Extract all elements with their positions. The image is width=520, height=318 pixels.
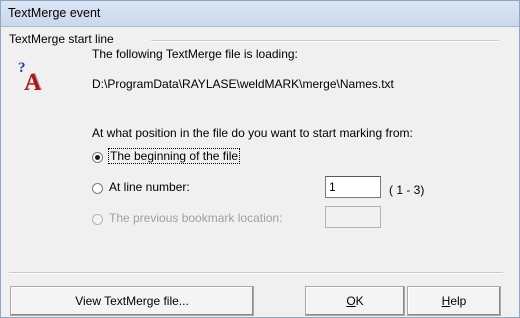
ok-mnemonic: O — [346, 294, 356, 308]
separator — [9, 272, 503, 274]
radio-line-number[interactable] — [92, 183, 103, 194]
radio-beginning[interactable] — [92, 152, 103, 163]
radio-beginning-label[interactable]: The beginning of the file — [107, 148, 241, 164]
help-button-label: Help — [442, 294, 467, 308]
radio-bookmark-label[interactable]: The previous bookmark location: — [109, 211, 282, 225]
ok-button-label: OK — [346, 294, 363, 308]
title-bar: TextMerge event — [1, 1, 519, 27]
group-line — [151, 40, 499, 42]
help-rest: elp — [450, 294, 467, 308]
dialog-window: TextMerge event TextMerge start line ? A… — [0, 0, 520, 318]
line-range-text: ( 1 - 3) — [389, 183, 425, 197]
position-question: At what position in the file do you want… — [92, 126, 413, 140]
window-title: TextMerge event — [8, 6, 101, 20]
loading-message: The following TextMerge file is loading: — [92, 47, 298, 61]
file-path: D:\ProgramData\RAYLASE\weldMARK\merge\Na… — [92, 77, 394, 91]
radio-bookmark[interactable] — [92, 214, 103, 225]
view-button-label: View TextMerge file... — [75, 294, 189, 308]
help-button[interactable]: Help — [407, 286, 501, 316]
group-label: TextMerge start line — [9, 32, 118, 46]
radio-line-number-label[interactable]: At line number: — [109, 180, 190, 194]
svg-text:A: A — [25, 69, 43, 95]
view-textmerge-file-button[interactable]: View TextMerge file... — [10, 286, 254, 316]
ok-rest: K — [355, 294, 364, 308]
bookmark-input[interactable] — [325, 206, 381, 228]
line-number-input[interactable] — [325, 176, 381, 198]
ok-button[interactable]: OK — [305, 286, 405, 316]
question-letter-a-icon: ? A A — [18, 60, 43, 96]
